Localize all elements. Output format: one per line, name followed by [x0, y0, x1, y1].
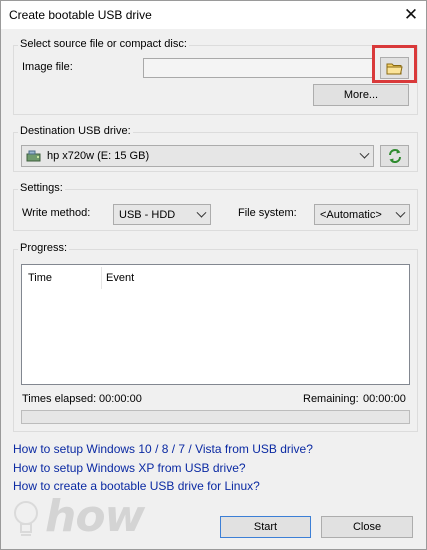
settings-group-label: Settings:: [18, 182, 65, 194]
source-group: Select source file or compact disc: Imag…: [13, 38, 418, 115]
file-system-label: File system:: [238, 207, 297, 219]
image-file-field[interactable]: [143, 58, 375, 78]
column-divider[interactable]: [101, 267, 102, 289]
create-bootable-usb-dialog: Create bootable USB drive ✕ Select sourc…: [0, 0, 427, 550]
destination-group: Destination USB drive: hp x720w (E: 15 G…: [13, 125, 418, 172]
file-system-value: <Automatic>: [320, 208, 382, 221]
close-icon: ✕: [403, 5, 419, 24]
destination-drive-value: hp x720w (E: 15 GB): [47, 150, 150, 162]
lightbulb-icon: [14, 501, 38, 536]
image-file-label: Image file:: [22, 61, 73, 73]
column-header-time[interactable]: Time: [28, 272, 52, 284]
refresh-drives-button[interactable]: [380, 145, 409, 167]
progress-group-label: Progress:: [18, 242, 70, 254]
write-method-label: Write method:: [22, 207, 91, 219]
close-button[interactable]: Close: [321, 516, 413, 538]
title-bar: Create bootable USB drive ✕: [1, 1, 426, 29]
write-method-value: USB - HDD: [119, 208, 176, 221]
times-elapsed-label: Times elapsed:: [22, 393, 97, 405]
remaining-value: 00:00:00: [363, 393, 406, 405]
window-title: Create bootable USB drive: [9, 8, 152, 22]
source-group-label: Select source file or compact disc:: [18, 38, 189, 50]
refresh-icon: [388, 149, 401, 163]
settings-group: Settings: Write method: USB - HDD File s…: [13, 182, 418, 231]
progress-log-list[interactable]: Time Event: [21, 264, 410, 385]
usb-drive-icon: [26, 150, 41, 162]
progress-group: Progress: Time Event Times elapsed: 00:0…: [13, 242, 418, 432]
chevron-down-icon: [196, 207, 207, 218]
howto-watermark-logo: how: [9, 491, 145, 542]
remaining-label: Remaining:: [303, 393, 359, 405]
column-header-event[interactable]: Event: [106, 272, 134, 284]
times-elapsed-value: 00:00:00: [99, 393, 142, 405]
browse-button-highlight: [372, 45, 417, 83]
more-button[interactable]: More...: [313, 84, 409, 106]
destination-group-label: Destination USB drive:: [18, 125, 133, 137]
write-method-select[interactable]: USB - HDD: [113, 204, 211, 225]
link-setup-windows-xp[interactable]: How to setup Windows XP from USB drive?: [13, 461, 246, 475]
link-setup-windows-10[interactable]: How to setup Windows 10 / 8 / 7 / Vista …: [13, 442, 313, 456]
watermark-text: how: [45, 491, 145, 542]
chevron-down-icon: [359, 148, 370, 159]
start-button[interactable]: Start: [220, 516, 311, 538]
progress-bar: [21, 410, 410, 424]
destination-drive-select[interactable]: hp x720w (E: 15 GB): [21, 145, 374, 167]
close-window-button[interactable]: ✕: [396, 1, 426, 29]
chevron-down-icon: [395, 207, 406, 218]
file-system-select[interactable]: <Automatic>: [314, 204, 410, 225]
